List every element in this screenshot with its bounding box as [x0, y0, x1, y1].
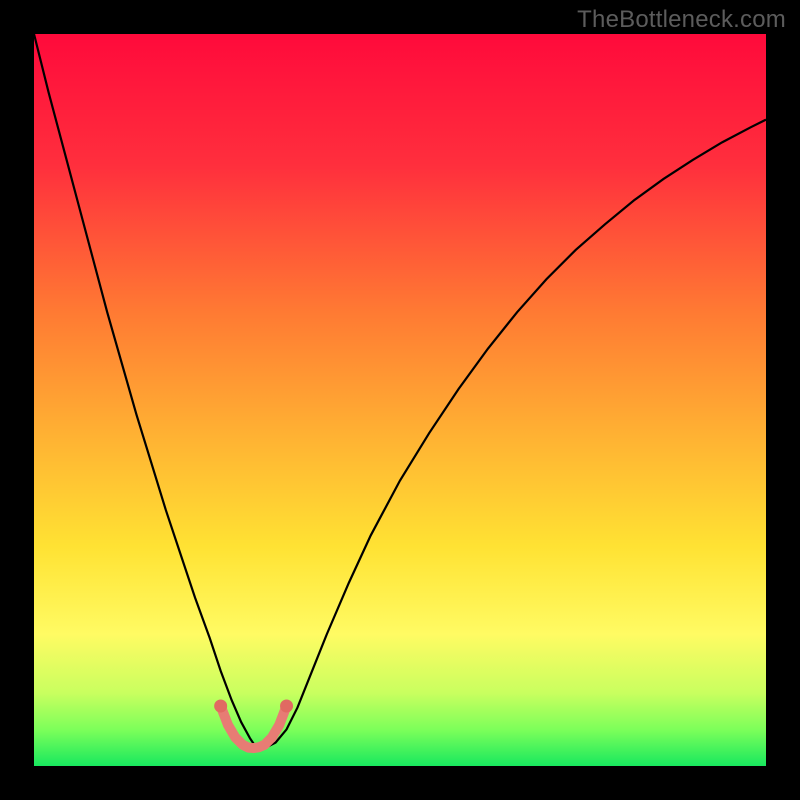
curve-layer: [34, 34, 766, 766]
chart-frame: TheBottleneck.com: [0, 0, 800, 800]
valley-dot: [280, 699, 293, 712]
plot-area: [34, 34, 766, 766]
valley-dot: [214, 699, 227, 712]
watermark-label: TheBottleneck.com: [577, 6, 786, 34]
bottleneck-curve: [34, 34, 766, 748]
